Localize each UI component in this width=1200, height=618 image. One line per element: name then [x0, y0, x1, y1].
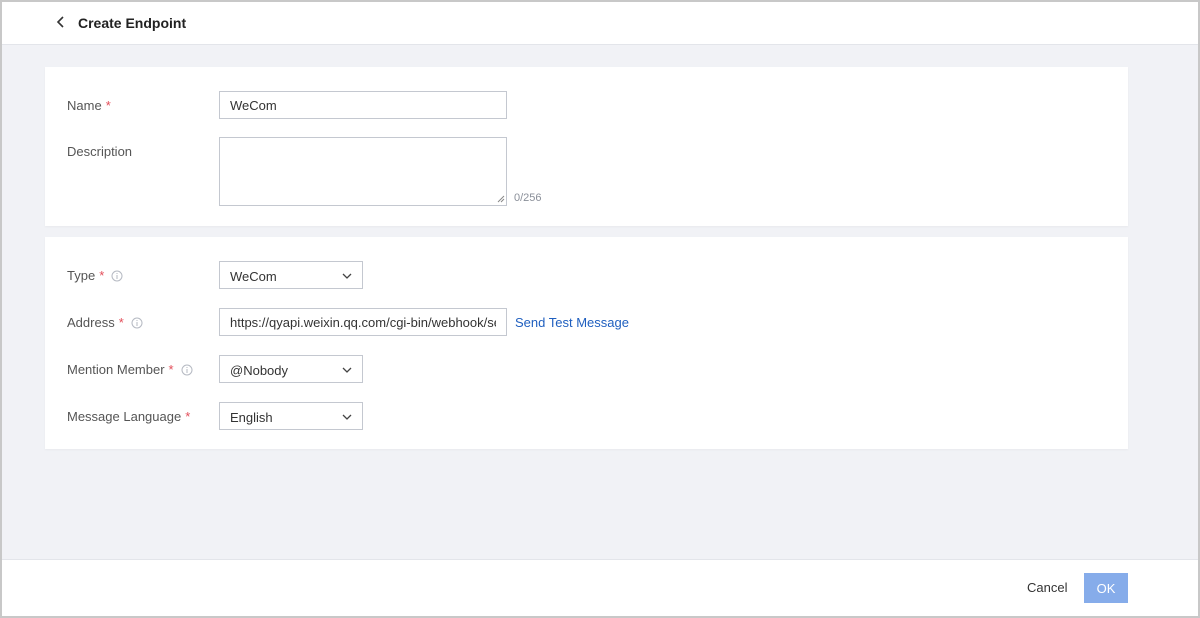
required-mark: * — [118, 315, 124, 330]
message-language-select-value: English — [230, 410, 273, 425]
type-select[interactable]: WeCom — [219, 261, 363, 289]
page-header: Create Endpoint — [2, 2, 1198, 45]
page-title: Create Endpoint — [78, 15, 187, 31]
description-counter: 0/256 — [514, 192, 542, 204]
send-test-message-link[interactable]: Send Test Message — [515, 315, 629, 330]
type-select-value: WeCom — [230, 269, 277, 284]
required-mark: * — [185, 409, 191, 424]
basic-info-card: Name * Description 0/256 — [45, 67, 1128, 226]
address-input[interactable] — [219, 308, 507, 336]
endpoint-config-card: Type * WeCom Address * https://qyapi.wei… — [45, 237, 1128, 449]
address-row: Address * Send Test Message — [45, 308, 1128, 336]
create-endpoint-page: Create Endpoint Name * Description 0/256… — [0, 0, 1200, 618]
name-input[interactable] — [219, 91, 507, 119]
chevron-down-icon — [342, 273, 352, 279]
chevron-left-icon[interactable] — [54, 14, 68, 30]
required-mark: * — [105, 98, 111, 113]
mention-member-label: Mention Member * — [67, 362, 193, 377]
mention-member-select-value: @Nobody — [230, 363, 289, 378]
chevron-down-icon — [342, 367, 352, 373]
name-label: Name * — [67, 98, 111, 113]
page-footer: Cancel OK — [2, 559, 1198, 616]
info-circle-icon[interactable] — [111, 270, 123, 282]
mention-member-select[interactable]: @Nobody — [219, 355, 363, 383]
description-label: Description — [67, 144, 133, 159]
chevron-down-icon — [342, 414, 352, 420]
description-row: Description 0/256 — [45, 137, 1128, 206]
message-language-row: Message Language * English — [45, 402, 1128, 430]
message-language-select[interactable]: English — [219, 402, 363, 430]
type-row: Type * WeCom — [45, 261, 1128, 289]
address-label: Address * — [67, 315, 143, 330]
message-language-label: Message Language * — [67, 409, 191, 424]
info-circle-icon[interactable] — [131, 317, 143, 329]
type-label: Type * — [67, 268, 123, 283]
cancel-button[interactable]: Cancel — [1017, 573, 1077, 603]
description-textarea[interactable] — [219, 137, 507, 206]
required-mark: * — [99, 268, 105, 283]
ok-button[interactable]: OK — [1084, 573, 1128, 603]
mention-member-row: Mention Member * @Nobody — [45, 355, 1128, 383]
resize-grip-icon[interactable] — [497, 195, 505, 203]
required-mark: * — [168, 362, 174, 377]
name-row: Name * — [45, 91, 1128, 119]
info-circle-icon[interactable] — [181, 364, 193, 376]
